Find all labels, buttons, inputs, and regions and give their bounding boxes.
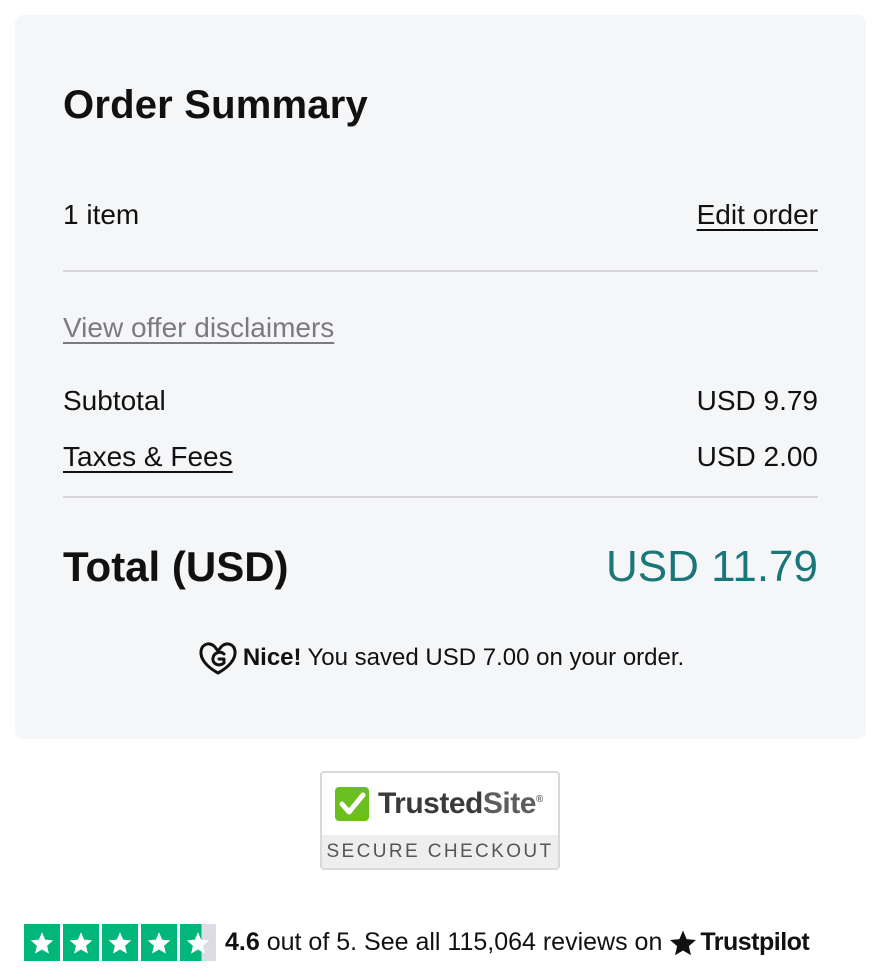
star-icon	[141, 924, 177, 961]
subtotal-label: Subtotal	[63, 385, 166, 416]
trademark-symbol: ®	[535, 794, 543, 805]
item-count: 1 item	[63, 199, 140, 230]
subtotal-value: USD 9.79	[696, 385, 818, 416]
godaddy-logo-icon	[199, 642, 237, 675]
trustpilot-brand: Trustpilot	[700, 928, 810, 956]
item-count-row: 1 item Edit order	[63, 198, 818, 232]
secure-checkout-caption: SECURE CHECKOUT	[322, 835, 558, 868]
trustpilot-score-suffix: out of 5.	[259, 928, 365, 956]
edit-order-link[interactable]: Edit order	[697, 198, 818, 232]
star-icon	[63, 924, 99, 961]
total-label: Total (USD)	[63, 543, 289, 590]
savings-nice: Nice!	[242, 644, 302, 671]
order-summary-title: Order Summary	[63, 83, 368, 127]
savings-text: You saved USD 7.00 on your order.	[307, 644, 685, 671]
subtotal-row: Subtotal USD 9.79	[63, 384, 818, 418]
taxes-row: Taxes & Fees USD 2.00	[63, 440, 818, 474]
taxes-fees-link[interactable]: Taxes & Fees	[63, 440, 233, 474]
trustpilot-rating-text: 4.6 out of 5. See all 115,064 reviews on	[225, 928, 662, 957]
trustpilot-reviews-link[interactable]: See all 115,064 reviews on	[364, 928, 662, 956]
savings-message: Nice! You saved USD 7.00 on your order.	[15, 639, 866, 677]
total-row: Total (USD) USD 11.79	[63, 543, 818, 591]
trustpilot-logo[interactable]: Trustpilot	[668, 928, 810, 958]
trustpilot-star-icon	[670, 930, 697, 955]
trustpilot-stars	[24, 924, 219, 961]
star-icon	[24, 924, 60, 961]
divider	[63, 270, 818, 272]
star-icon	[102, 924, 138, 961]
order-summary-card: Order Summary 1 item Edit order View off…	[15, 15, 866, 739]
divider	[63, 496, 818, 498]
trustedsite-name-part2: Site	[482, 787, 537, 820]
half-star-icon	[180, 924, 216, 961]
trustedsite-header: TrustedSite®	[322, 773, 558, 835]
trustedsite-badge[interactable]: TrustedSite® SECURE CHECKOUT	[320, 771, 560, 870]
checkmark-icon	[335, 787, 369, 821]
trustedsite-name-part1: Trusted	[378, 787, 483, 820]
trustedsite-name: TrustedSite®	[378, 787, 543, 821]
view-offer-disclaimers-link[interactable]: View offer disclaimers	[63, 311, 334, 345]
trustpilot-score: 4.6	[225, 928, 260, 956]
trustpilot-widget[interactable]: 4.6 out of 5. See all 115,064 reviews on…	[24, 924, 810, 961]
total-value: USD 11.79	[606, 542, 818, 591]
taxes-value: USD 2.00	[696, 441, 818, 472]
